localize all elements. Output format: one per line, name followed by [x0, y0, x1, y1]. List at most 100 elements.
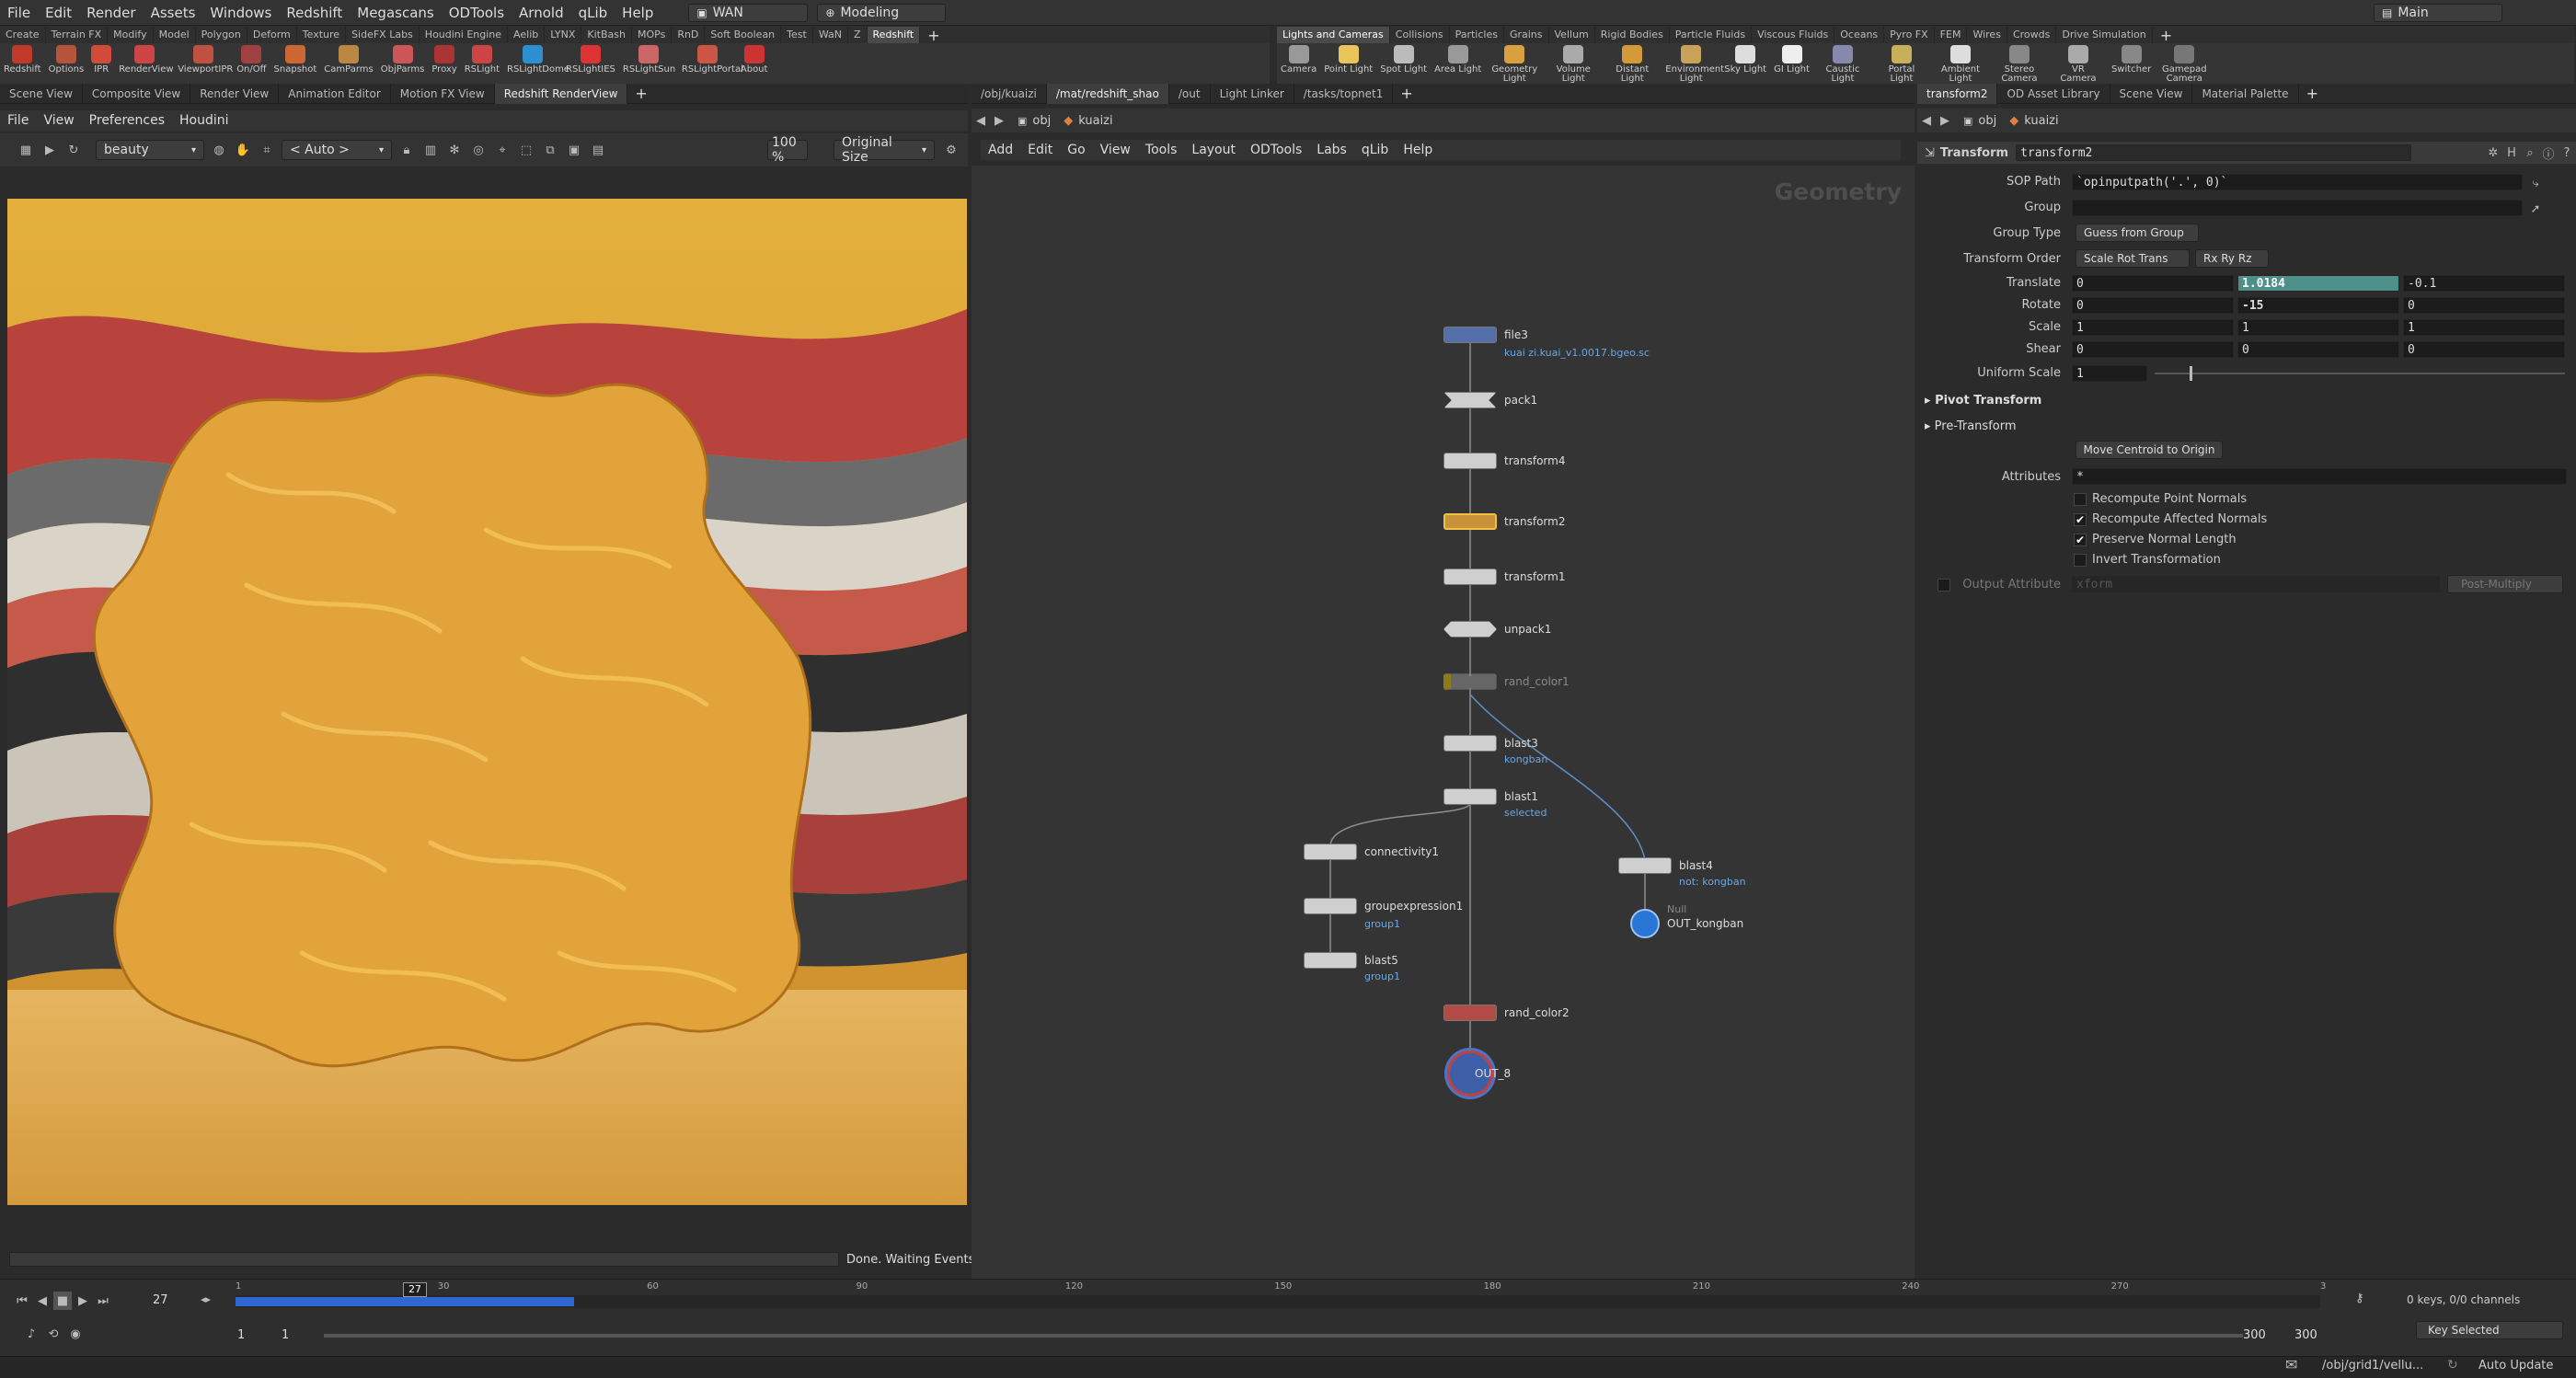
output-attribute-field[interactable]: xform [2072, 576, 2440, 592]
back-arrow-icon[interactable]: ◀ [972, 111, 990, 130]
layers-icon[interactable]: ▦ [17, 141, 35, 159]
shelf-tab-fem[interactable]: FEM [1935, 27, 1968, 43]
shelf-tool-rslightsun[interactable]: RSLightSun [619, 43, 678, 75]
snapshot-icon[interactable]: ▣ [565, 141, 583, 159]
rv-menu-view[interactable]: View [36, 113, 81, 128]
net-menu-add[interactable]: Add [981, 143, 1020, 157]
path-segment-obj[interactable]: obj [1032, 114, 1051, 128]
shelf-tool-point-light[interactable]: Point Light [1320, 43, 1376, 75]
crop-icon[interactable]: ⌗ [258, 141, 276, 159]
history-icon[interactable]: ▤ [589, 141, 607, 159]
shelf-tab-oceans[interactable]: Oceans [1834, 27, 1885, 43]
pre-transform-folder[interactable]: ▸ Pre-Transform [1925, 419, 2017, 433]
scale-y-field[interactable]: 1 [2237, 319, 2399, 336]
forward-arrow-icon[interactable]: ▶ [1936, 111, 1954, 130]
shelf-tab-particle-fluids[interactable]: Particle Fluids [1670, 27, 1753, 43]
shear-x-field[interactable]: 0 [2072, 341, 2234, 358]
question-icon[interactable]: ? [2558, 144, 2576, 162]
node-transform4[interactable]: transform4 [1443, 453, 1565, 469]
shelf-tab-drive-simulation[interactable]: Drive Simulation [2056, 27, 2153, 43]
add-tab-icon[interactable]: + [2299, 85, 2326, 102]
group-type-combo[interactable]: Guess from Group [2076, 224, 2199, 242]
render-start-icon[interactable]: ▶ [40, 141, 59, 159]
loop-icon[interactable]: ⟲ [44, 1325, 63, 1343]
shelf-tab-viscous-fluids[interactable]: Viscous Fluids [1752, 27, 1835, 43]
menu-qlib[interactable]: qLib [571, 5, 615, 21]
shelf-tab-deform[interactable]: Deform [247, 27, 297, 43]
shelf-tool-environment-light[interactable]: Environment Light [1662, 43, 1724, 84]
shelf-tab-soft-boolean[interactable]: Soft Boolean [705, 27, 782, 43]
add-shelf-icon[interactable]: + [2153, 27, 2179, 44]
uniform-scale-field[interactable]: 1 [2072, 365, 2147, 382]
jump-end-icon[interactable]: ⏭ [94, 1292, 112, 1310]
scale-z-field[interactable]: 1 [2403, 319, 2565, 336]
net-menu-tools[interactable]: Tools [1138, 143, 1185, 157]
shear-y-field[interactable]: 0 [2237, 341, 2399, 358]
tab-render-view[interactable]: Render View [190, 83, 280, 104]
preserve-normal-length-checkbox[interactable]: ✔ [2074, 534, 2087, 546]
gear-icon[interactable]: ✲ [2484, 144, 2502, 162]
shelf-tab-z[interactable]: Z [848, 27, 868, 43]
tab-od-asset-library[interactable]: OD Asset Library [1997, 83, 2110, 104]
shelf-tab-redshift[interactable]: Redshift [867, 27, 921, 43]
node-out-kongban[interactable]: Null OUT_kongban [1630, 903, 1743, 938]
shelf-tab-collisions[interactable]: Collisions [1390, 27, 1450, 43]
menu-edit[interactable]: Edit [38, 5, 79, 21]
path-segment-kuaizi[interactable]: kuaizi [1078, 114, 1112, 128]
sop-path-field[interactable]: `opinputpath('.', 0)` [2072, 174, 2523, 190]
post-multiply-combo[interactable]: Post-Multiply [2447, 575, 2563, 593]
shelf-tool-gi-light[interactable]: GI Light [1770, 43, 1813, 75]
shelf-tool-camera[interactable]: Camera [1277, 43, 1320, 75]
add-tab-icon[interactable]: + [627, 85, 654, 102]
menu-arnold[interactable]: Arnold [512, 5, 571, 21]
size-mode-combo[interactable]: Original Size ▾ [834, 135, 935, 165]
tab-tasks-topnet1[interactable]: /tasks/topnet1 [1294, 83, 1394, 104]
shelf-tool-ambient-light[interactable]: Ambient Light [1931, 43, 1990, 84]
shelf-tab-lights-and-cameras[interactable]: Lights and Cameras [1277, 27, 1390, 43]
shelf-tab-terrain-fx[interactable]: Terrain FX [46, 27, 109, 43]
menu-render[interactable]: Render [79, 5, 143, 21]
node-blast3[interactable]: blast3 kongban [1443, 735, 1547, 765]
help-book-icon[interactable]: H [2502, 144, 2521, 162]
desktop-combo[interactable]: ⊕ Modeling [817, 3, 947, 22]
uniform-scale-slider[interactable] [2155, 373, 2565, 374]
net-menu-help[interactable]: Help [1396, 143, 1440, 157]
compare-icon[interactable]: ⧉ [541, 141, 559, 159]
menu-megascans[interactable]: Megascans [350, 5, 441, 21]
shelf-tool-sky-light[interactable]: Sky Light [1720, 43, 1770, 75]
range-end-field[interactable]: 300 [2243, 1328, 2266, 1342]
key-icon[interactable]: ⚷ [2355, 1292, 2374, 1310]
grid-icon[interactable]: ▥ [421, 141, 440, 159]
tab-scene-view[interactable]: Scene View [2110, 83, 2193, 104]
zoom-field[interactable]: 100 % [767, 135, 808, 165]
rotate-y-field[interactable]: -15 [2237, 297, 2399, 314]
shear-z-field[interactable]: 0 [2403, 341, 2565, 358]
shelf-tab-crowds[interactable]: Crowds [2007, 27, 2057, 43]
range-end2-field[interactable]: 300 [2294, 1328, 2317, 1342]
tab-transform2[interactable]: transform2 [1917, 83, 1998, 104]
shelf-tool-on-off[interactable]: On/Off [233, 43, 270, 75]
node-transform2[interactable]: transform2 [1443, 513, 1565, 530]
net-menu-edit[interactable]: Edit [1020, 143, 1060, 157]
current-frame-field[interactable]: 27 [153, 1293, 168, 1307]
shelf-tool-options[interactable]: Options [45, 43, 88, 75]
move-centroid-button[interactable]: Move Centroid to Origin [2076, 441, 2223, 459]
node-groupexpression1[interactable]: groupexpression1 group1 [1304, 898, 1463, 930]
shelf-tab-rigid-bodies[interactable]: Rigid Bodies [1595, 27, 1670, 43]
tab-out[interactable]: /out [1169, 83, 1211, 104]
shelf-tool-switcher[interactable]: Switcher [2108, 43, 2155, 75]
search-icon[interactable]: ⌕ [2521, 144, 2539, 162]
rv-menu-preferences[interactable]: Preferences [82, 113, 172, 128]
shelf-tab-vellum[interactable]: Vellum [1549, 27, 1595, 43]
shelf-tool-snapshot[interactable]: Snapshot [270, 43, 321, 75]
pivot-transform-folder[interactable]: ▸ Pivot Transform [1925, 394, 2041, 408]
shelf-tool-objparms[interactable]: ObjParms [377, 43, 429, 75]
tab-composite-view[interactable]: Composite View [83, 83, 191, 104]
node-chooser-icon[interactable]: ⤷ [2526, 174, 2545, 192]
rv-menu-houdini[interactable]: Houdini [172, 113, 236, 128]
node-file3[interactable]: file3 kuai zi.kuai_v1.0017.bgeo.sc [1443, 327, 1650, 359]
audio-icon[interactable]: ♪ [22, 1325, 40, 1343]
node-out-8[interactable]: OUT_8 [1447, 1051, 1511, 1097]
node-blast1[interactable]: blast1 selected [1443, 788, 1547, 819]
select-arrow-icon[interactable]: ➚ [2526, 200, 2545, 218]
